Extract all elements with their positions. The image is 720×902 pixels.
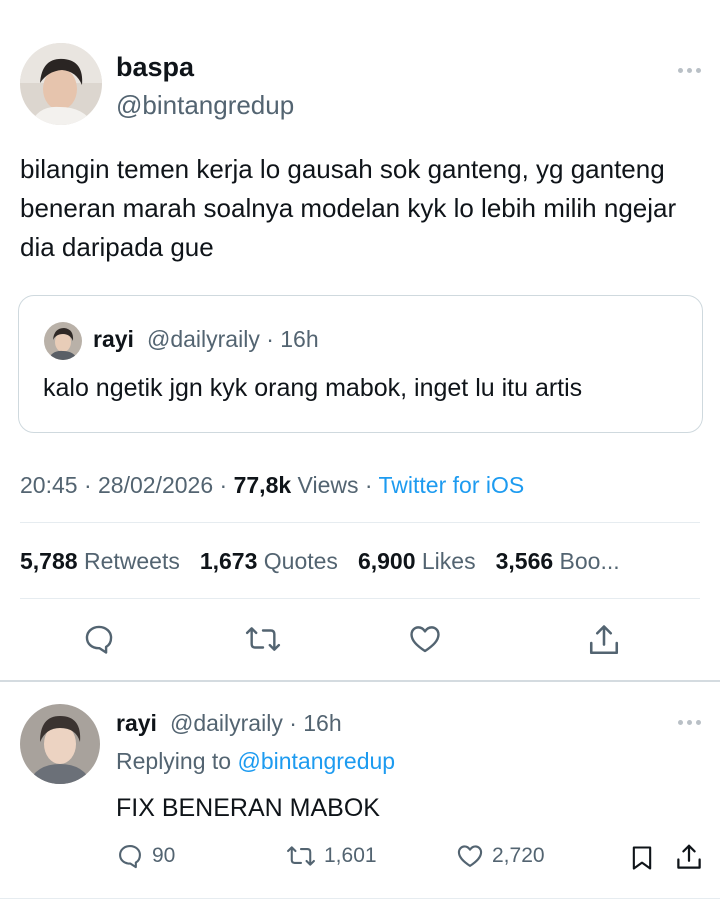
section-divider bbox=[0, 680, 720, 682]
bottom-divider bbox=[0, 898, 720, 899]
tweet-meta: 20:45 · 28/02/2026 · 77,8k Views · Twitt… bbox=[20, 472, 524, 499]
bookmark-icon[interactable] bbox=[628, 843, 656, 873]
reply-text: FIX BENERAN MABOK bbox=[116, 794, 380, 822]
views-label: Views bbox=[297, 472, 359, 498]
tweet-date[interactable]: 28/02/2026 bbox=[98, 472, 213, 498]
share-icon[interactable] bbox=[586, 622, 622, 658]
reply-display-name[interactable]: rayi bbox=[116, 710, 157, 737]
divider bbox=[20, 522, 700, 523]
replying-to: Replying to @bintangredup bbox=[116, 748, 395, 775]
quoted-tweet[interactable]: rayi @dailyraily · 16h kalo ngetik jgn k… bbox=[18, 295, 703, 433]
quoted-author-avatar[interactable] bbox=[44, 322, 82, 360]
replying-to-handle[interactable]: @bintangredup bbox=[237, 748, 395, 774]
more-options-icon[interactable] bbox=[678, 68, 701, 73]
quoted-tweet-text: kalo ngetik jgn kyk orang mabok, inget l… bbox=[43, 374, 583, 402]
tweet-source-link[interactable]: Twitter for iOS bbox=[379, 472, 525, 498]
engagement-stats: 5,788 Retweets 1,673 Quotes 6,900 Likes … bbox=[20, 548, 620, 575]
divider bbox=[20, 598, 700, 599]
meta-separator: · bbox=[219, 472, 228, 498]
replying-to-label: Replying to bbox=[116, 748, 232, 774]
reply-retweet-button[interactable]: 1,601 bbox=[286, 842, 377, 870]
retweet-icon[interactable] bbox=[244, 622, 282, 656]
reply-icon bbox=[119, 845, 141, 869]
tweet-time[interactable]: 20:45 bbox=[20, 472, 78, 498]
author-handle[interactable]: @bintangredup bbox=[116, 90, 294, 121]
reply-like-button[interactable]: 2,720 bbox=[456, 842, 545, 870]
views-count: 77,8k bbox=[233, 472, 292, 498]
meta-separator: · bbox=[364, 472, 373, 498]
stat-quotes[interactable]: 1,673 Quotes bbox=[200, 548, 338, 575]
author-avatar[interactable] bbox=[20, 43, 102, 125]
like-count: 2,720 bbox=[492, 844, 545, 867]
like-icon bbox=[457, 845, 483, 867]
reply-share-icon[interactable] bbox=[674, 842, 704, 872]
tweet-text: bilangin temen kerja lo gausah sok gante… bbox=[20, 154, 677, 262]
quoted-display-name[interactable]: rayi bbox=[93, 326, 134, 353]
retweet-icon bbox=[287, 846, 315, 866]
stat-bookmarks[interactable]: 3,566 Boo... bbox=[496, 548, 620, 575]
meta-separator: · bbox=[83, 472, 92, 498]
reply-author-avatar[interactable] bbox=[20, 704, 100, 784]
stat-likes[interactable]: 6,900 Likes bbox=[358, 548, 476, 575]
like-icon[interactable] bbox=[408, 622, 442, 656]
retweet-count: 1,601 bbox=[324, 844, 377, 867]
quoted-handle-time[interactable]: @dailyraily · 16h bbox=[147, 326, 319, 353]
reply-more-options-icon[interactable] bbox=[678, 720, 701, 725]
reply-count: 90 bbox=[152, 844, 176, 867]
stat-retweets[interactable]: 5,788 Retweets bbox=[20, 548, 180, 575]
reply-reply-button[interactable]: 90 bbox=[116, 842, 175, 870]
reply-icon[interactable] bbox=[82, 622, 116, 656]
author-display-name[interactable]: baspa bbox=[116, 52, 194, 83]
reply-handle-time[interactable]: @dailyraily · 16h bbox=[170, 710, 342, 737]
